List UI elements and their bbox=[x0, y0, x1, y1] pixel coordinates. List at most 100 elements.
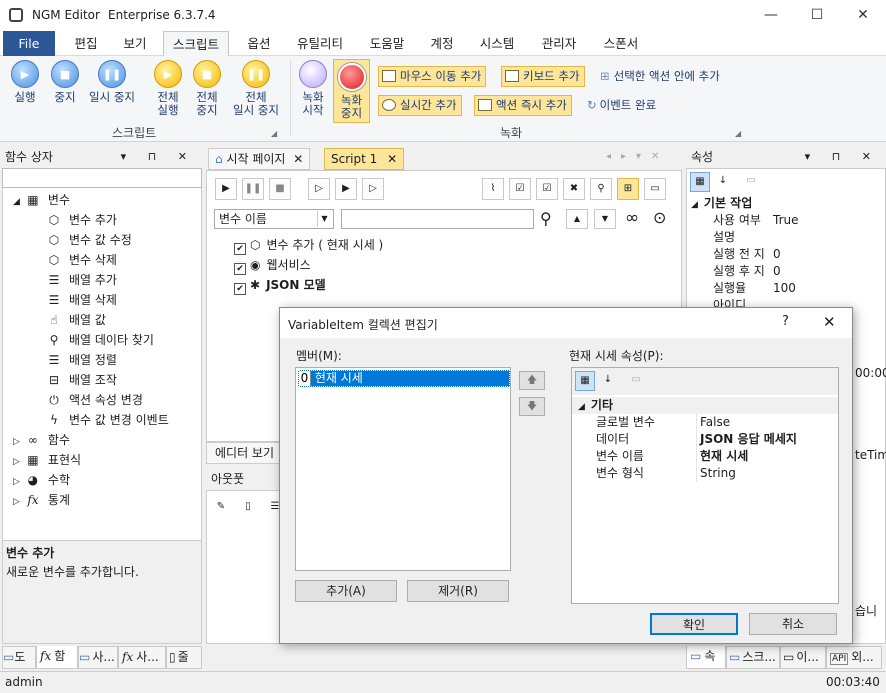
property-value[interactable]: 100 bbox=[773, 280, 796, 297]
move-down-button[interactable]: 🡇 bbox=[519, 397, 545, 416]
categorized-icon[interactable]: ▦ bbox=[690, 172, 710, 192]
tree-item-delete-variable[interactable]: ⬡ 변수 삭제 bbox=[47, 250, 117, 270]
property-value[interactable]: 0 bbox=[773, 246, 781, 263]
remove-member-button[interactable]: 제거(R) bbox=[407, 580, 509, 602]
immediate-add-button[interactable]: 액션 즉시 추가 bbox=[474, 95, 572, 116]
tree-item-delete-array[interactable]: ☰ 배열 삭제 bbox=[47, 290, 117, 310]
tab-script-1[interactable]: Script 1 ✕ bbox=[324, 148, 405, 170]
property-category[interactable]: ◢ 기타 bbox=[572, 397, 838, 414]
stop-button[interactable]: ■ bbox=[269, 178, 291, 200]
tree-item-find-array[interactable]: ⚲ 배열 데이타 찾기 bbox=[47, 330, 154, 350]
left-tab-1[interactable]: ▭도 bbox=[2, 646, 36, 669]
checkbox-checked[interactable]: ✔ bbox=[234, 263, 246, 275]
property-value[interactable]: True bbox=[773, 212, 799, 229]
menu-options[interactable]: 옵션 bbox=[236, 31, 282, 56]
find-button[interactable]: ⚲ bbox=[590, 178, 612, 200]
record-stop-button[interactable]: 녹화 중지 bbox=[333, 59, 370, 123]
close-icon[interactable]: ✕ bbox=[293, 152, 303, 166]
menu-edit[interactable]: 편집 bbox=[63, 31, 109, 56]
tree-item-array-value[interactable]: ☝ 배열 값 bbox=[47, 310, 106, 330]
checkbox-checked[interactable]: ✔ bbox=[234, 243, 246, 255]
property-value[interactable]: False bbox=[700, 414, 730, 431]
tree-item-action-property[interactable]: ⏻ 액션 속성 변경 bbox=[47, 390, 143, 410]
dialog-launcher-icon[interactable]: ◢ bbox=[271, 129, 277, 138]
add-member-button[interactable]: 추가(A) bbox=[295, 580, 397, 602]
move-down-button[interactable]: ▼ bbox=[594, 209, 616, 229]
tree-item-sort-array[interactable]: ☰ 배열 정렬 bbox=[47, 350, 117, 370]
tree-item-statistics[interactable]: ▷ fx 통계 bbox=[13, 490, 70, 510]
more-icon[interactable]: ⊙ bbox=[653, 208, 666, 227]
property-pages-icon[interactable]: ▭ bbox=[626, 371, 646, 391]
check-button[interactable]: ☑ bbox=[536, 178, 558, 200]
run-to-button[interactable]: ▶ bbox=[335, 178, 357, 200]
script-item[interactable]: ✔ ◉ 웹서비스 bbox=[234, 255, 311, 275]
panel-controls[interactable]: ▾ ⊓ ✕ bbox=[805, 146, 880, 168]
right-tab-script[interactable]: ▭ 스크... bbox=[726, 646, 780, 669]
delete-button[interactable]: ✖ bbox=[563, 178, 585, 200]
tree-item-manipulate-array[interactable]: ⊟ 배열 조작 bbox=[47, 370, 117, 390]
variable-name-select[interactable]: 변수 이름 ▼ bbox=[214, 209, 334, 229]
pause-button[interactable]: ❚❚ bbox=[242, 178, 264, 200]
categorized-icon[interactable]: ▦ bbox=[575, 371, 595, 391]
variable-search-input[interactable] bbox=[341, 209, 534, 229]
left-tab-3[interactable]: ▭ 사... bbox=[78, 646, 118, 669]
menu-script[interactable]: 스크립트 bbox=[163, 31, 229, 57]
menu-utility[interactable]: 유틸리티 bbox=[288, 31, 352, 56]
stop-button[interactable]: ■ 중지 bbox=[46, 60, 84, 104]
checkbox-checked[interactable]: ✔ bbox=[234, 283, 246, 295]
sort-alpha-icon[interactable]: ↓ bbox=[713, 172, 733, 192]
play-button[interactable]: ▶ bbox=[215, 178, 237, 200]
left-tab-5[interactable]: ▯ 줄 bbox=[166, 646, 202, 669]
maximize-button[interactable]: ☐ bbox=[794, 0, 840, 31]
help-button[interactable]: ? bbox=[782, 314, 789, 329]
pause-all-button[interactable]: ❚❚ 전체 일시 중지 bbox=[228, 60, 284, 117]
document-gear-icon[interactable]: ▯ bbox=[237, 497, 259, 519]
sort-alpha-icon[interactable]: ↓ bbox=[598, 371, 618, 391]
record-start-button[interactable]: 녹화 시작 bbox=[294, 60, 332, 117]
search-icon[interactable]: ⚲ bbox=[540, 209, 552, 228]
run-from-button[interactable]: ▷ bbox=[362, 178, 384, 200]
broom-icon[interactable]: ✎ bbox=[210, 497, 232, 519]
menu-system[interactable]: 시스템 bbox=[470, 31, 524, 56]
add-inside-action-button[interactable]: ⊞ 선택한 액션 안에 추가 bbox=[600, 68, 720, 84]
script-item[interactable]: ✔ ⬡ 변수 추가 ( 현재 시세 ) bbox=[234, 235, 383, 255]
menu-sponsor[interactable]: 스폰서 bbox=[594, 31, 648, 56]
move-up-button[interactable]: 🡅 bbox=[519, 371, 545, 390]
right-tab-external[interactable]: API 외... bbox=[826, 646, 882, 669]
tree-item-add-variable[interactable]: ⬡ 변수 추가 bbox=[47, 210, 117, 230]
step-button[interactable]: ▷ bbox=[308, 178, 330, 200]
menu-file[interactable]: File bbox=[3, 31, 55, 56]
property-value[interactable]: 0 bbox=[773, 263, 781, 280]
event-complete-button[interactable]: ↻ 이벤트 완료 bbox=[587, 97, 656, 113]
function-search-input[interactable] bbox=[2, 168, 202, 188]
menu-admin[interactable]: 관리자 bbox=[532, 31, 586, 56]
dialog-close-button[interactable]: ✕ bbox=[823, 313, 836, 331]
tree-item-math[interactable]: ▷ ◕ 수학 bbox=[13, 470, 70, 490]
property-pages-icon[interactable]: ▭ bbox=[741, 172, 761, 192]
tree-item-edit-variable[interactable]: ⬡ 변수 값 수정 bbox=[47, 230, 132, 250]
property-value[interactable]: String bbox=[700, 465, 736, 482]
tree-view-button[interactable]: ⊞ bbox=[617, 178, 639, 200]
menu-account[interactable]: 계정 bbox=[422, 31, 462, 56]
property-value[interactable]: JSON 응답 메세지 bbox=[700, 431, 797, 448]
left-tab-4[interactable]: fx 사... bbox=[118, 646, 166, 669]
menu-view[interactable]: 보기 bbox=[112, 31, 158, 56]
infinity-icon[interactable]: ∞ bbox=[625, 208, 639, 228]
property-value[interactable]: 현재 시세 bbox=[700, 448, 748, 465]
cancel-button[interactable]: 취소 bbox=[749, 613, 837, 635]
monitor-button[interactable]: ▭ bbox=[644, 178, 666, 200]
tab-start-page[interactable]: ⌂ 시작 페이지 ✕ bbox=[208, 148, 311, 170]
menu-help[interactable]: 도움말 bbox=[360, 31, 414, 56]
dialog-launcher-icon[interactable]: ◢ bbox=[735, 129, 741, 138]
tree-item-add-array[interactable]: ☰ 배열 추가 bbox=[47, 270, 117, 290]
members-list[interactable]: 0 현재 시세 bbox=[295, 367, 511, 571]
keyboard-add-button[interactable]: 키보드 추가 bbox=[501, 66, 585, 87]
right-tab-properties[interactable]: ▭ 속 bbox=[686, 646, 726, 669]
minimize-button[interactable]: — bbox=[748, 0, 794, 31]
tree-item-function[interactable]: ▷ ∞ 함수 bbox=[13, 430, 70, 450]
run-all-button[interactable]: ▶ 전체 실행 bbox=[148, 60, 188, 117]
tab-scroll-controls[interactable]: ◂▸▾✕ bbox=[606, 151, 669, 162]
mouse-move-add-button[interactable]: 마우스 이동 추가 bbox=[378, 66, 487, 87]
pause-button[interactable]: ❚❚ 일시 중지 bbox=[84, 60, 140, 104]
script-item[interactable]: ✔ ✱ JSON 모델 bbox=[234, 275, 326, 295]
